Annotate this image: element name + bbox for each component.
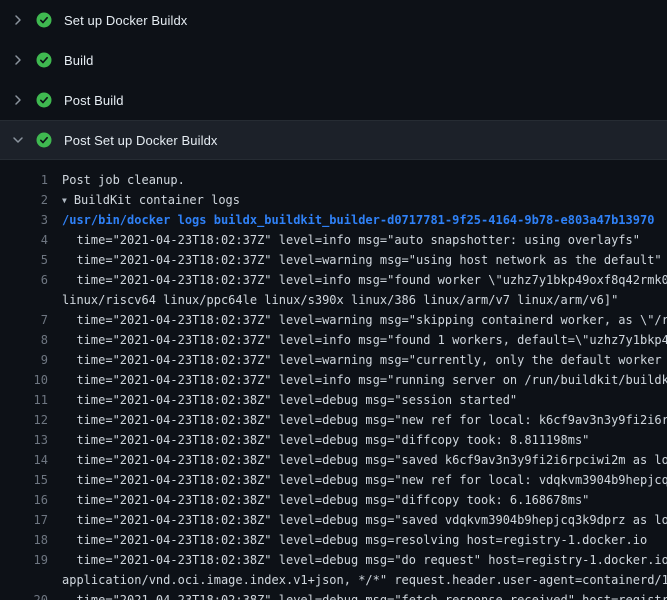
log-line: 20 time="2021-04-23T18:02:38Z" level=deb… xyxy=(0,590,667,600)
chevron-right-icon xyxy=(10,52,26,68)
log-line-text: time="2021-04-23T18:02:38Z" level=debug … xyxy=(48,410,667,430)
step-row-post-setup-docker-buildx[interactable]: Post Set up Docker Buildx xyxy=(0,120,667,160)
log-line-text: time="2021-04-23T18:02:37Z" level=info m… xyxy=(48,370,667,390)
log-line: 19 time="2021-04-23T18:02:38Z" level=deb… xyxy=(0,550,667,570)
check-circle-icon xyxy=(36,52,52,68)
log-line-text: time="2021-04-23T18:02:38Z" level=debug … xyxy=(48,390,667,410)
check-circle-icon xyxy=(36,92,52,108)
log-viewer: Set up Docker Buildx Build Post Build Po… xyxy=(0,0,667,600)
log-line-text: time="2021-04-23T18:02:37Z" level=info m… xyxy=(48,230,667,250)
log-line-number xyxy=(0,290,48,310)
log-line: 12 time="2021-04-23T18:02:38Z" level=deb… xyxy=(0,410,667,430)
log-line-text: time="2021-04-23T18:02:38Z" level=debug … xyxy=(48,510,667,530)
log-line-number[interactable]: 15 xyxy=(0,470,48,490)
log-line-text: time="2021-04-23T18:02:37Z" level=warnin… xyxy=(48,310,667,330)
log-line-text: time="2021-04-23T18:02:38Z" level=debug … xyxy=(48,530,667,550)
log-group-line: ▼ BuildKit container logs xyxy=(48,190,667,210)
log-line-number[interactable]: 12 xyxy=(0,410,48,430)
step-label: Post Set up Docker Buildx xyxy=(64,133,218,148)
log-line-text: linux/riscv64 linux/ppc64le linux/s390x … xyxy=(48,290,667,310)
log-line-text: time="2021-04-23T18:02:38Z" level=debug … xyxy=(48,450,667,470)
log-line: 16 time="2021-04-23T18:02:38Z" level=deb… xyxy=(0,490,667,510)
log-line-number[interactable]: 7 xyxy=(0,310,48,330)
log-command-text: /usr/bin/docker logs buildx_buildkit_bui… xyxy=(48,210,667,230)
log-line-number[interactable]: 8 xyxy=(0,330,48,350)
log-line-number[interactable]: 17 xyxy=(0,510,48,530)
log-line-number[interactable]: 3 xyxy=(0,210,48,230)
step-row-setup-docker-buildx[interactable]: Set up Docker Buildx xyxy=(0,0,667,40)
step-row-post-build[interactable]: Post Build xyxy=(0,80,667,120)
log-line-number[interactable]: 18 xyxy=(0,530,48,550)
log-line-number xyxy=(0,570,48,590)
step-label: Set up Docker Buildx xyxy=(64,13,187,28)
log-line: 9 time="2021-04-23T18:02:37Z" level=warn… xyxy=(0,350,667,370)
log-line: 10 time="2021-04-23T18:02:37Z" level=inf… xyxy=(0,370,667,390)
log-line: 15 time="2021-04-23T18:02:38Z" level=deb… xyxy=(0,470,667,490)
log-line-text: application/vnd.oci.image.index.v1+json,… xyxy=(48,570,667,590)
log-area: 1Post job cleanup.2 ▼ BuildKit container l… xyxy=(0,160,667,600)
log-line: 4 time="2021-04-23T18:02:37Z" level=info… xyxy=(0,230,667,250)
log-line-text: time="2021-04-23T18:02:38Z" level=debug … xyxy=(48,550,667,570)
log-line-number[interactable]: 6 xyxy=(0,270,48,290)
log-line-text: time="2021-04-23T18:02:37Z" level=warnin… xyxy=(48,250,667,270)
log-line-number[interactable]: 5 xyxy=(0,250,48,270)
log-line-number[interactable]: 16 xyxy=(0,490,48,510)
log-line-text: time="2021-04-23T18:02:37Z" level=info m… xyxy=(48,330,667,350)
log-line: 18 time="2021-04-23T18:02:38Z" level=deb… xyxy=(0,530,667,550)
log-line: 3/usr/bin/docker logs buildx_buildkit_bu… xyxy=(0,210,667,230)
chevron-right-icon xyxy=(10,12,26,28)
log-line: 7 time="2021-04-23T18:02:37Z" level=warn… xyxy=(0,310,667,330)
step-label: Build xyxy=(64,53,93,68)
log-line: 8 time="2021-04-23T18:02:37Z" level=info… xyxy=(0,330,667,350)
log-line-number[interactable]: 20 xyxy=(0,590,48,600)
log-rows: 1Post job cleanup.2 ▼ BuildKit container l… xyxy=(0,170,667,600)
step-label: Post Build xyxy=(64,93,124,108)
log-line-number[interactable]: 4 xyxy=(0,230,48,250)
log-line: 6 time="2021-04-23T18:02:37Z" level=info… xyxy=(0,270,667,290)
log-line-text: time="2021-04-23T18:02:38Z" level=debug … xyxy=(48,470,667,490)
log-line: 17 time="2021-04-23T18:02:38Z" level=deb… xyxy=(0,510,667,530)
log-line-text: time="2021-04-23T18:02:38Z" level=debug … xyxy=(48,490,667,510)
chevron-down-icon xyxy=(10,132,26,148)
check-circle-icon xyxy=(36,132,52,148)
log-line-text: Post job cleanup. xyxy=(48,170,667,190)
group-toggle-icon[interactable]: ▼ xyxy=(62,191,67,210)
step-row-build[interactable]: Build xyxy=(0,40,667,80)
log-line-number[interactable]: 11 xyxy=(0,390,48,410)
log-line-text: time="2021-04-23T18:02:38Z" level=debug … xyxy=(48,430,667,450)
log-line-number[interactable]: 10 xyxy=(0,370,48,390)
chevron-right-icon xyxy=(10,92,26,108)
log-line: 2 ▼ BuildKit container logs xyxy=(0,190,667,210)
log-line-number[interactable]: 19 xyxy=(0,550,48,570)
log-line-text: time="2021-04-23T18:02:37Z" level=info m… xyxy=(48,270,667,290)
log-line: 14 time="2021-04-23T18:02:38Z" level=deb… xyxy=(0,450,667,470)
check-circle-icon xyxy=(36,12,52,28)
group-label[interactable]: BuildKit container logs xyxy=(74,193,240,207)
log-line: application/vnd.oci.image.index.v1+json,… xyxy=(0,570,667,590)
log-line-number[interactable]: 1 xyxy=(0,170,48,190)
log-line-text: time="2021-04-23T18:02:38Z" level=debug … xyxy=(48,590,667,600)
log-line-text: time="2021-04-23T18:02:37Z" level=warnin… xyxy=(48,350,667,370)
log-line: 13 time="2021-04-23T18:02:38Z" level=deb… xyxy=(0,430,667,450)
log-line-number[interactable]: 9 xyxy=(0,350,48,370)
log-line: 5 time="2021-04-23T18:02:37Z" level=warn… xyxy=(0,250,667,270)
log-line: 11 time="2021-04-23T18:02:38Z" level=deb… xyxy=(0,390,667,410)
log-line-number[interactable]: 14 xyxy=(0,450,48,470)
log-line: linux/riscv64 linux/ppc64le linux/s390x … xyxy=(0,290,667,310)
log-line: 1Post job cleanup. xyxy=(0,170,667,190)
log-line-number[interactable]: 2 xyxy=(0,190,48,210)
log-line-number[interactable]: 13 xyxy=(0,430,48,450)
